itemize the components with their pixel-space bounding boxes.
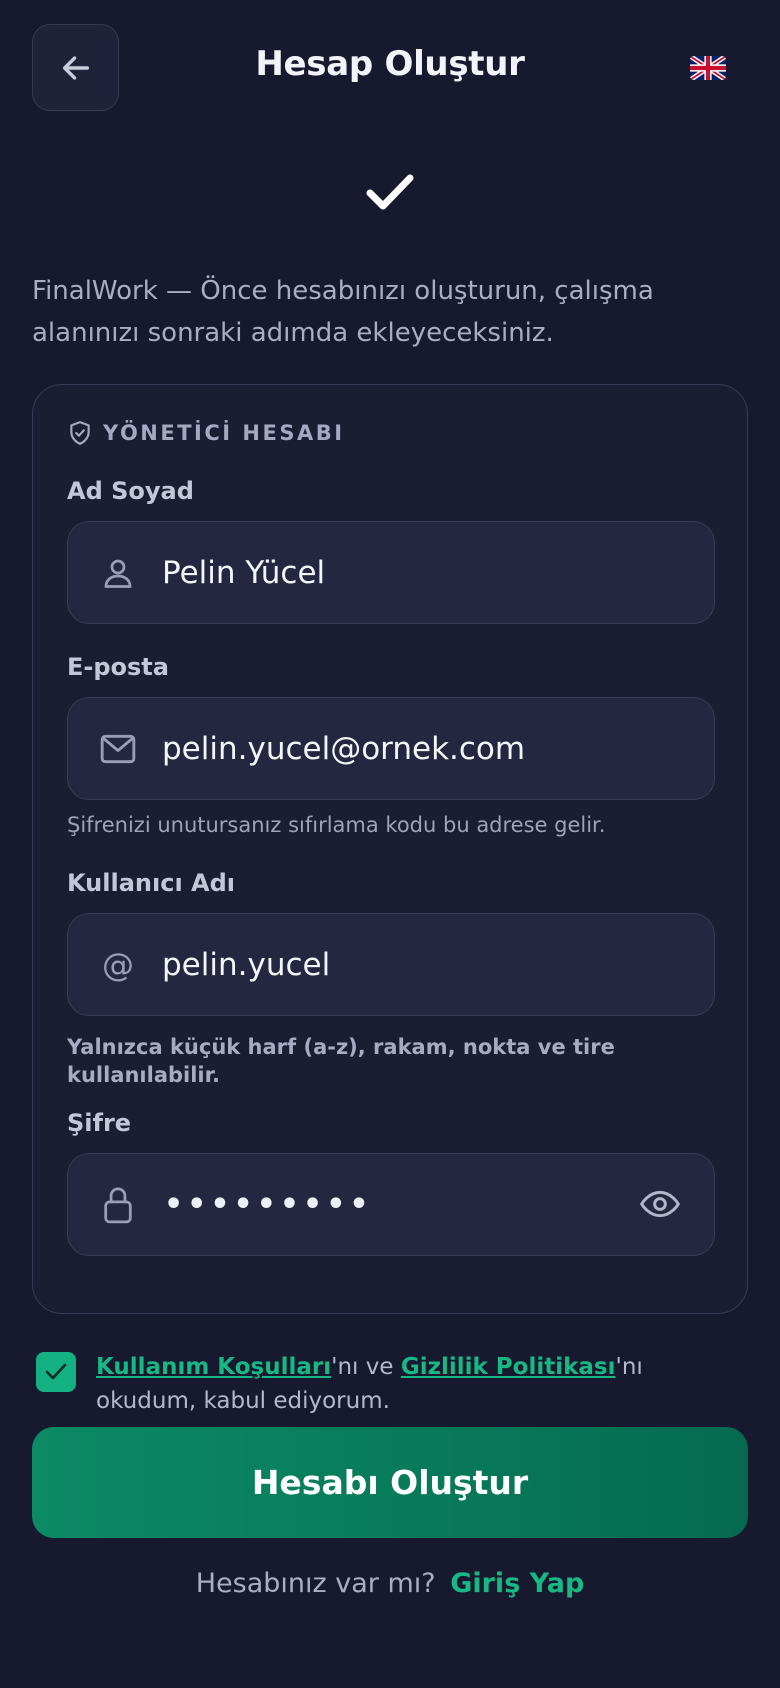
mail-icon: [98, 729, 138, 769]
signup-screen: Hesap Oluştur FinalWork — Önce hesabınız…: [0, 0, 780, 1688]
terms-and-text: 'nı ve: [331, 1354, 401, 1380]
password-value: •••••••••: [164, 1187, 373, 1222]
create-account-button[interactable]: Hesabı Oluştur: [32, 1427, 748, 1538]
password-label: Şifre: [67, 1109, 132, 1137]
header: Hesap Oluştur: [0, 0, 780, 140]
user-icon: [98, 553, 138, 593]
terms-text: Kullanım Koşulları'nı ve Gizlilik Politi…: [96, 1350, 746, 1418]
name-value: Pelin Yücel: [162, 554, 326, 591]
language-button[interactable]: [690, 56, 726, 80]
email-label: E-posta: [67, 653, 169, 681]
lock-icon: [98, 1185, 138, 1225]
email-hint: Şifrenizi unutursanız sıfırlama kodu bu …: [67, 813, 606, 837]
name-label: Ad Soyad: [67, 477, 194, 505]
login-link[interactable]: Giriş Yap: [450, 1568, 584, 1599]
section-title: YÖNETİCİ HESABI: [103, 421, 345, 445]
admin-account-card: YÖNETİCİ HESABI Ad Soyad Pelin Yücel E-p…: [32, 384, 748, 1314]
page-title: Hesap Oluştur: [255, 44, 525, 84]
shield-check-icon: [70, 421, 90, 445]
username-value: pelin.yucel: [162, 946, 331, 983]
eye-icon: [640, 1190, 680, 1218]
section-header: YÖNETİCİ HESABI: [67, 419, 345, 447]
terms-row: Kullanım Koşulları'nı ve Gizlilik Politi…: [36, 1350, 746, 1418]
check-icon: [45, 1363, 67, 1380]
password-field[interactable]: •••••••••: [67, 1153, 715, 1256]
username-field[interactable]: @ pelin.yucel: [67, 913, 715, 1016]
intro-text: FinalWork — Önce hesabınızı oluşturun, ç…: [32, 276, 654, 348]
have-account-text: Hesabınız var mı?: [195, 1568, 436, 1599]
at-icon: @: [102, 945, 134, 984]
name-field[interactable]: Pelin Yücel: [67, 521, 715, 624]
terms-of-use-link[interactable]: Kullanım Koşulları: [96, 1354, 331, 1380]
terms-checkbox[interactable]: [36, 1352, 76, 1392]
privacy-policy-link[interactable]: Gizlilik Politikası: [401, 1354, 616, 1380]
show-password-toggle[interactable]: [640, 1184, 680, 1224]
uk-flag-icon: [690, 56, 726, 80]
username-hint: Yalnızca küçük harf (a-z), rakam, nokta …: [67, 1035, 615, 1087]
email-value: pelin.yucel@ornek.com: [162, 730, 526, 767]
email-field[interactable]: pelin.yucel@ornek.com: [67, 697, 715, 800]
checkmark-icon: [366, 174, 414, 210]
footer: Hesabınız var mı? Giriş Yap: [0, 1568, 780, 1599]
username-label: Kullanıcı Adı: [67, 869, 236, 897]
